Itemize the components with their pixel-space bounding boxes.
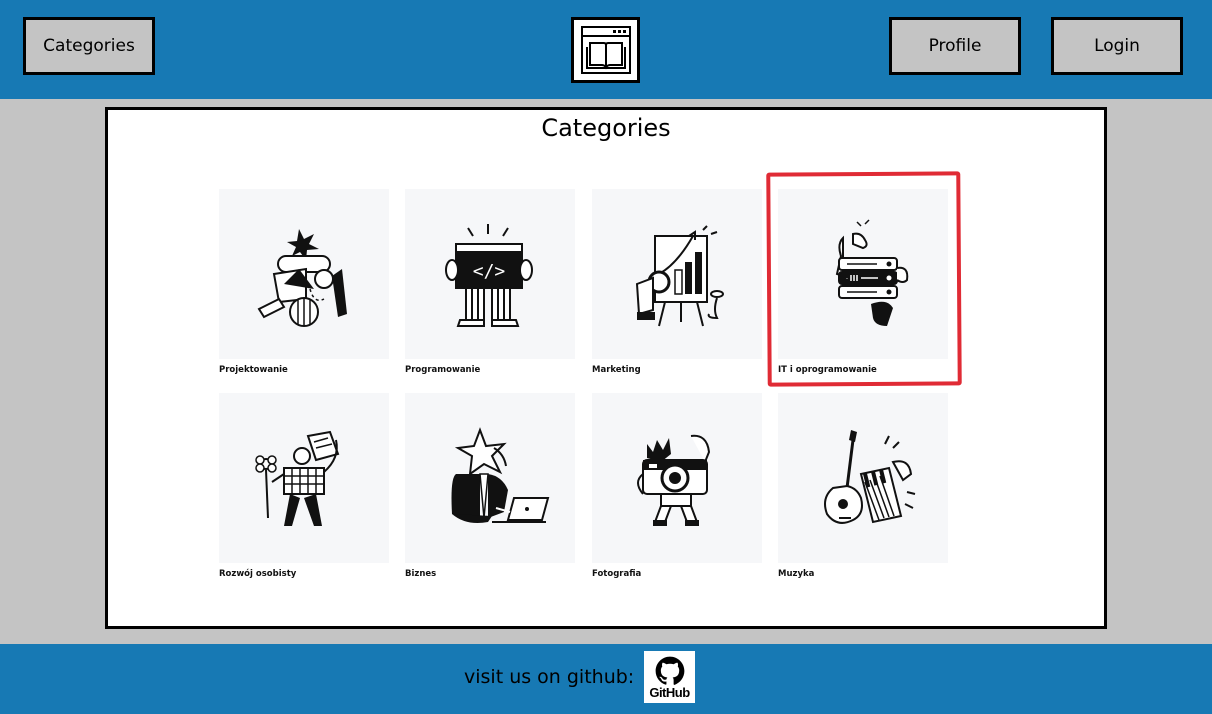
category-label: Biznes bbox=[405, 569, 437, 579]
category-label: Rozwój osobisty bbox=[219, 569, 297, 579]
category-label: IT i oprogramowanie bbox=[778, 365, 877, 375]
chart-illustration bbox=[592, 189, 762, 359]
design-illustration bbox=[219, 189, 389, 359]
category-label: Muzyka bbox=[778, 569, 815, 579]
category-card-fotografia[interactable]: Fotografia bbox=[592, 393, 762, 579]
instruments-illustration bbox=[778, 393, 948, 563]
page-title: Categories bbox=[541, 114, 671, 142]
category-label: Marketing bbox=[592, 365, 641, 375]
flower-person-illustration bbox=[219, 393, 389, 563]
footer: visit us on github: GitHub bbox=[0, 644, 1212, 714]
code-illustration: </> bbox=[405, 189, 575, 359]
footer-text: visit us on github: bbox=[464, 666, 635, 688]
server-illustration bbox=[778, 189, 948, 359]
category-label: Programowanie bbox=[405, 365, 481, 375]
github-label: GitHub bbox=[649, 684, 690, 700]
login-button[interactable]: Login bbox=[1051, 17, 1183, 75]
category-card-it-i-oprogramowanie[interactable]: IT i oprogramowanie bbox=[778, 189, 948, 375]
github-icon bbox=[655, 656, 684, 685]
camera-illustration bbox=[592, 393, 762, 563]
top-bar: Categories Profile Login bbox=[0, 0, 1212, 99]
category-card-marketing[interactable]: Marketing bbox=[592, 189, 762, 375]
book-browser-icon[interactable] bbox=[571, 17, 640, 83]
profile-button[interactable]: Profile bbox=[889, 17, 1021, 75]
category-card-programowanie[interactable]: </> Programowanie bbox=[405, 189, 575, 375]
categories-button[interactable]: Categories bbox=[23, 17, 155, 75]
laptop-person-illustration bbox=[405, 393, 575, 563]
category-card-muzyka[interactable]: Muzyka bbox=[778, 393, 948, 579]
category-card-biznes[interactable]: Biznes bbox=[405, 393, 575, 579]
github-link[interactable]: GitHub bbox=[644, 651, 695, 703]
category-card-rozwoj-osobisty[interactable]: Rozwój osobisty bbox=[219, 393, 389, 579]
category-label: Projektowanie bbox=[219, 365, 288, 375]
categories-panel: Categories Projektowanie </> Programowan… bbox=[105, 107, 1107, 629]
category-card-projektowanie[interactable]: Projektowanie bbox=[219, 189, 389, 375]
category-label: Fotografia bbox=[592, 569, 642, 579]
svg-text:</>: </> bbox=[473, 261, 506, 282]
